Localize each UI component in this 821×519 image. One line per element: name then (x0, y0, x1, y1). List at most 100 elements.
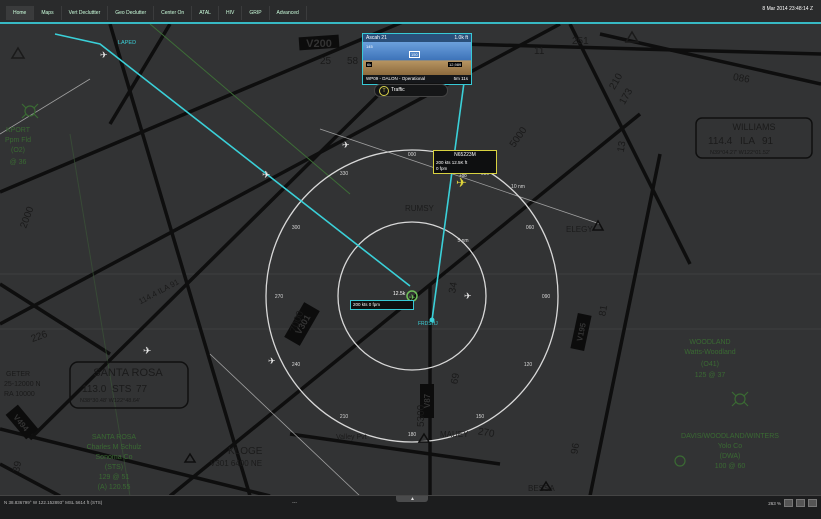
fix-rumsy: RUMSY (405, 204, 435, 213)
range-label-inner: 5 nm (457, 238, 468, 244)
vor-williams-name: WILLIAMS (732, 122, 775, 132)
fix-laped: LAPED (118, 40, 136, 46)
map-num-25: 25 (320, 56, 332, 67)
traffic-video-card[interactable]: Ascah 21 1.0k ft 145 6k 150 12,989 WP09 … (362, 33, 472, 85)
vor-santa-rosa-id: STS (112, 384, 132, 395)
ring-label-180: 180 (408, 432, 417, 438)
traffic-card-mid: 150 (409, 51, 420, 58)
airport-port-frag3: (O2) (11, 147, 25, 154)
menu-home[interactable]: Home (6, 6, 35, 20)
fix-elegy: ELEGY (566, 225, 593, 234)
fix-maley: MAUEY (440, 430, 469, 439)
airport-sr-sub2: Sonoma Co (96, 454, 133, 461)
selected-aircraft-tag[interactable]: N65223M 200 kts 12.5K ft 0 fpm (433, 150, 497, 174)
fix-geter-alt2: RA 10000 (4, 391, 35, 398)
selected-aircraft-vs-label: +00 (459, 173, 467, 178)
airport-woodland-sub: Watts-Woodland (684, 349, 735, 356)
menu-hiv[interactable]: HIV (219, 6, 243, 20)
traffic-aircraft-1: ✈ (262, 170, 270, 181)
ownship-altitude: 12.5k (393, 291, 406, 297)
menu-vert-declutter[interactable]: Vert Decluttter (62, 6, 109, 20)
traffic-aircraft-2: ✈ (342, 140, 350, 150)
grid-icon[interactable] (796, 499, 805, 507)
menu-grip[interactable]: GRIP (242, 6, 270, 20)
vor-santa-rosa-freq: 113.0 (82, 384, 107, 395)
menu-advanced[interactable]: Advanced (270, 6, 307, 20)
map-num-58: 58 (347, 56, 359, 67)
main-menu: Home Maps Vert Decluttter Geo Declutter … (6, 6, 307, 20)
airport-davis-num: 100 @ 60 (715, 463, 746, 470)
ring-label-300: 300 (292, 225, 301, 231)
menu-atal[interactable]: ATAL (192, 6, 219, 20)
ownship-speed: 200 kts (353, 302, 368, 307)
airport-sr: SANTA ROSA (92, 434, 137, 441)
top-toolbar: Home Maps Vert Decluttter Geo Declutter … (0, 0, 821, 24)
bottom-mid: --- (292, 500, 297, 506)
vor-williams-num: 91 (762, 136, 774, 147)
airport-port-frag2: Ppm Fld (5, 137, 31, 144)
map-num-251: 251 (572, 36, 589, 47)
traffic-card-footer-left: WP09 - DALON - Operational (366, 76, 426, 81)
airport-sr-sub: Charles M Schulz (87, 444, 142, 451)
selected-aircraft-altitude: 12.5K ft (451, 160, 468, 165)
traffic-card-header: Ascah 21 1.0k ft (363, 34, 471, 42)
ring-label-060: 060 (526, 225, 535, 231)
traffic-badge-icon: T (379, 86, 389, 96)
label-valley: Valley Pvt (336, 434, 367, 441)
menu-maps[interactable]: Maps (34, 6, 62, 20)
datetime: 8 Mar 2014 23:48:14 Z (762, 6, 813, 12)
selected-aircraft-callsign: N65223M (454, 152, 476, 158)
ring-label-090: 090 (542, 294, 551, 300)
traffic-aircraft-6: ✈ (100, 50, 108, 60)
selected-aircraft-vs: 0 fpm (436, 166, 448, 171)
traffic-card-right-alt: 12,989 (448, 62, 463, 67)
map-num-11: 11 (534, 46, 545, 57)
ownship-vs: 0 fpm (368, 302, 381, 307)
traffic-aircraft-5: ✈ (268, 356, 276, 366)
airport-port-frag: KPORT (6, 127, 31, 134)
airport-davis-sub: Yolo Co (718, 443, 742, 450)
status-bar: N 38.836799° W 122.152893° MSL 5614 ft (… (0, 495, 821, 519)
map-num-5300: 5300 (416, 404, 427, 427)
traffic-card-title: Ascah 21 (366, 35, 387, 41)
airport-davis: DAVIS/WOODLAND/WINTERS (681, 433, 779, 440)
traffic-card-footer-right: 5m 11s (453, 76, 468, 81)
airport-sr-num2: (A) 120.55 (98, 484, 131, 491)
range-label-outer: 10 nm (511, 184, 525, 190)
chevron-up-icon: ▲ (410, 496, 415, 502)
zoom-level: 263 % (768, 500, 781, 506)
cursor-coords: N 38.836799° W 122.152893° MSL 5614 ft (… (4, 500, 103, 505)
vor-williams-id: ILA (740, 136, 755, 147)
traffic-card-left-alt: 6k (366, 62, 373, 67)
menu-center-on[interactable]: Center On (154, 6, 193, 20)
traffic-card-image: 145 6k 150 12,989 (363, 42, 471, 75)
fix-kloge-sub: V301 6400 NE (210, 459, 262, 468)
traffic-toggle-label: Traffic (391, 87, 405, 93)
fix-kloge: KLOGE (228, 446, 263, 457)
ownship-tag[interactable]: 200 kts 0 fpm (350, 300, 414, 310)
ring-label-000: 000 (408, 152, 417, 158)
ring-label-120: 120 (524, 362, 533, 368)
ring-label-330: 330 (340, 171, 349, 177)
fix-geter: GETER (6, 371, 30, 378)
fix-geter-alt: 25-12000 N (4, 381, 41, 388)
vor-williams-coords: N39°04.27' W122°01.52' (710, 150, 770, 156)
airport-davis-id: (DWA) (720, 453, 741, 460)
airway-v200: V200 (306, 38, 332, 50)
airport-woodland-id: (O41) (701, 361, 719, 368)
settings-icon[interactable] (808, 499, 817, 507)
airport-woodland: WOODLAND (689, 339, 730, 346)
traffic-aircraft-4: ✈ (464, 291, 472, 301)
airport-port-frag4: @ 36 (10, 159, 27, 166)
ring-label-210: 210 (340, 414, 349, 420)
ownship-label: FRDSHJ (418, 321, 438, 327)
traffic-card-footer: WP09 - DALON - Operational 5m 11s (363, 75, 471, 83)
menu-geo-declutter[interactable]: Geo Declutter (108, 6, 155, 20)
layers-icon[interactable] (784, 499, 793, 507)
vor-santa-rosa-name: SANTA ROSA (93, 367, 163, 379)
vor-santa-rosa-num: 77 (136, 384, 148, 395)
traffic-toggle[interactable]: T Traffic (374, 84, 448, 97)
ring-label-270: 270 (275, 294, 284, 300)
ring-label-240: 240 (292, 362, 301, 368)
vor-williams-freq: 114.4 (708, 136, 733, 147)
